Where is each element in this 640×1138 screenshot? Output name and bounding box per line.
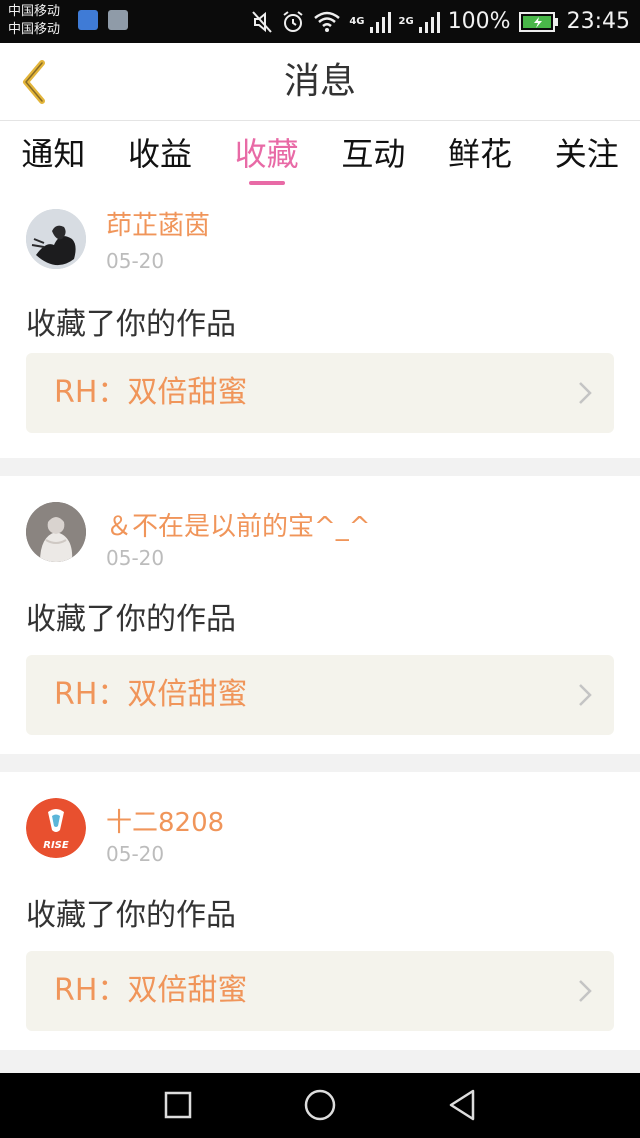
avatar[interactable] [26,209,86,269]
alarm-icon [283,10,303,32]
tab-label: 收益 [128,135,193,173]
wifi-icon [314,11,341,32]
user-avatar-image: RISE [26,798,86,858]
notification-action-text: 收藏了你的作品 [26,307,236,342]
work-title: RH：双倍甜蜜 [54,375,248,410]
work-title: RH：双倍甜蜜 [54,973,248,1008]
work-link[interactable]: RH：双倍甜蜜 [26,353,614,433]
tab-label: 通知 [21,135,86,173]
user-avatar-image [26,209,86,269]
svg-text:RISE: RISE [43,840,69,851]
system-navigation-bar [0,1073,640,1138]
notification-card: ＆不在是以前的宝^_^ 05-20 收藏了你的作品 RH：双倍甜蜜 [0,476,640,754]
avatar[interactable]: RISE [26,798,86,858]
username[interactable]: ＆不在是以前的宝^_^ [106,506,371,543]
tab-interactions[interactable]: 互动 [320,121,427,191]
avatar[interactable] [26,502,86,562]
message-tabs: 通知 收益 收藏 互动 鲜花 关注 [0,121,640,191]
tab-follows[interactable]: 关注 [533,121,640,191]
carrier-1: 中国移动 [8,4,61,19]
tab-label: 关注 [554,135,619,173]
mute-icon [252,10,273,33]
tab-label: 鲜花 [448,135,513,173]
network-type-1: 4G [349,16,365,27]
back-nav-button[interactable] [444,1087,480,1123]
battery-percent: 100% [447,9,511,34]
app-header: 消息 [0,43,640,121]
carrier-2: 中国移动 [8,22,61,37]
status-icons: 4G 2G 100% 23:45 [251,0,630,43]
work-link[interactable]: RH：双倍甜蜜 [26,655,614,735]
tab-favorites[interactable]: 收藏 [213,121,320,191]
chevron-right-icon [579,980,592,1002]
username[interactable]: 十二8208 [106,802,224,839]
square-icon [164,1091,192,1119]
status-bar: 中国移动 中国移动 4G 2G 100% 23:45 [0,0,640,43]
notification-app-icon [78,10,98,30]
tab-label: 收藏 [234,135,299,173]
tab-flowers[interactable]: 鲜花 [427,121,534,191]
home-button[interactable] [302,1087,338,1123]
notification-action-text: 收藏了你的作品 [26,602,236,637]
chevron-right-icon [579,382,592,404]
work-title: RH：双倍甜蜜 [54,677,248,712]
triangle-back-icon [449,1089,475,1121]
clock: 23:45 [566,9,630,34]
signal-icon-2 [418,11,440,33]
notification-date: 05-20 [106,249,165,273]
username[interactable]: 茚芷菡茵 [106,205,210,242]
gallery-notification-icon [108,10,128,30]
recent-apps-button[interactable] [160,1087,196,1123]
page-title: 消息 [283,61,356,102]
notification-card: RISE 十二8208 05-20 收藏了你的作品 RH：双倍甜蜜 [0,772,640,1050]
chevron-right-icon [579,684,592,706]
notification-card: 茚芷菡茵 05-20 收藏了你的作品 RH：双倍甜蜜 [0,191,640,458]
battery-icon [518,11,558,32]
signal-icon-1 [369,11,391,33]
notification-date: 05-20 [106,842,165,866]
notification-date: 05-20 [106,546,165,570]
circle-icon [304,1089,336,1121]
tab-earnings[interactable]: 收益 [107,121,214,191]
work-link[interactable]: RH：双倍甜蜜 [26,951,614,1031]
active-tab-indicator [248,181,285,185]
tab-notifications[interactable]: 通知 [0,121,107,191]
notification-action-text: 收藏了你的作品 [26,898,236,933]
network-type-2: 2G [398,16,414,27]
tab-label: 互动 [341,135,406,173]
carrier-labels: 中国移动 中国移动 [8,3,60,39]
user-avatar-image [26,502,86,562]
